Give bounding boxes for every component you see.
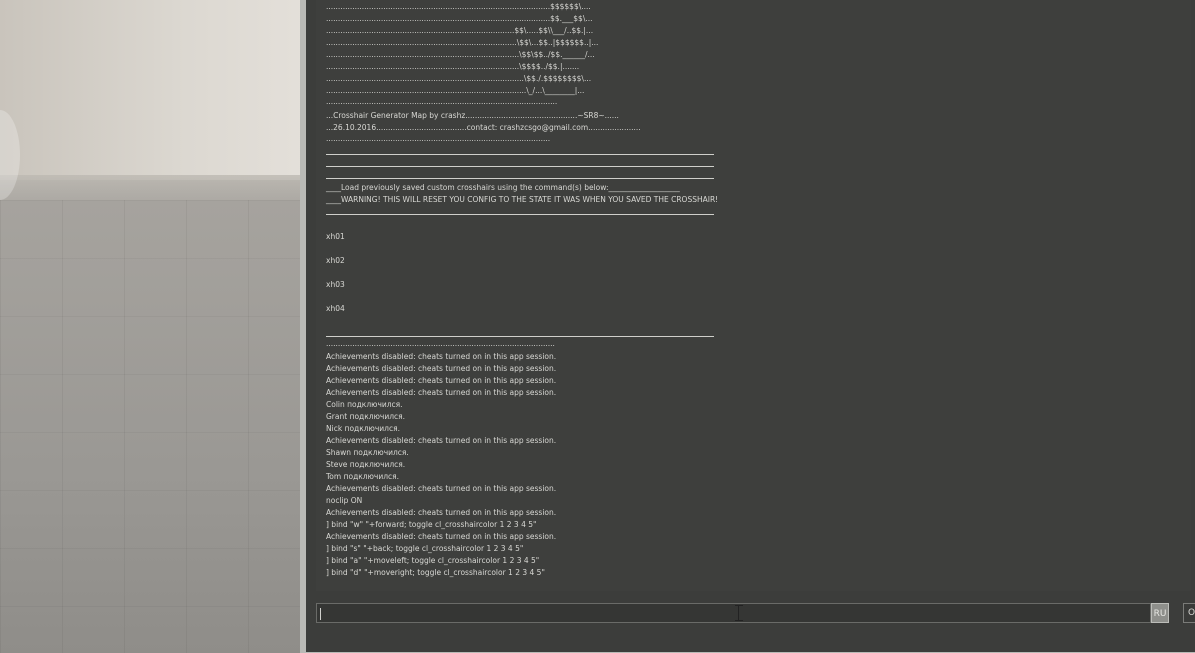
log-line: Achievements disabled: cheats turned on … <box>326 352 557 361</box>
log-line: ] bind "w" "+forward; toggle cl_crosshai… <box>326 520 537 529</box>
load-instructions: ____Load previously saved custom crossha… <box>326 183 680 192</box>
game-world-background <box>0 0 310 653</box>
ascii-art-line: ........................................… <box>326 86 585 95</box>
console-input[interactable] <box>316 603 1151 623</box>
command-xh02: xh02 <box>326 256 345 265</box>
text-cursor-icon <box>735 605 743 621</box>
log-line: Achievements disabled: cheats turned on … <box>326 388 557 397</box>
developer-console: ........................................… <box>300 0 1195 653</box>
separator <box>326 336 714 337</box>
footer-dots: ........................................… <box>326 339 555 348</box>
log-line: ] bind "a" "+moveleft; toggle cl_crossha… <box>326 556 540 565</box>
map-title-line: ...Crosshair Generator Map by crashz....… <box>326 111 619 120</box>
log-line: noclip ON <box>326 496 363 505</box>
log-line: Shawn подключился. <box>326 448 409 457</box>
ascii-art-line: ........................................… <box>326 2 591 11</box>
text-caret <box>320 608 321 620</box>
separator <box>326 154 714 155</box>
ascii-art-line: ........................................… <box>326 38 599 47</box>
separator <box>326 166 714 167</box>
tiled-floor <box>0 200 310 653</box>
map-contact-line: ...26.10.2016...........................… <box>326 123 641 132</box>
log-line: Achievements disabled: cheats turned on … <box>326 508 557 517</box>
game-screen: ........................................… <box>0 0 1195 653</box>
log-line: ] bind "d" "+moveright; toggle cl_crossh… <box>326 568 545 577</box>
log-line: Achievements disabled: cheats turned on … <box>326 532 557 541</box>
separator <box>326 214 714 215</box>
log-line: Achievements disabled: cheats turned on … <box>326 484 557 493</box>
ascii-art-line: ........................................… <box>326 26 594 35</box>
ascii-art-line: ........................................… <box>326 97 558 106</box>
ascii-art-line: ........................................… <box>326 74 592 83</box>
separator <box>326 178 714 179</box>
ascii-art-line: ........................................… <box>326 50 595 59</box>
log-line: Achievements disabled: cheats turned on … <box>326 436 557 445</box>
log-line: Colin подключился. <box>326 400 403 409</box>
header-dots: ........................................… <box>326 134 551 143</box>
command-xh03: xh03 <box>326 280 345 289</box>
log-line: Steve подключился. <box>326 460 406 469</box>
ascii-art-line: ........................................… <box>326 62 580 71</box>
console-output[interactable]: ........................................… <box>316 0 1191 591</box>
command-xh01: xh01 <box>326 232 345 241</box>
submit-button[interactable]: Ot <box>1183 603 1195 623</box>
log-line: Tom подключился. <box>326 472 400 481</box>
warning-line: ____WARNING! THIS WILL RESET YOU CONFIG … <box>326 195 719 204</box>
log-line: Achievements disabled: cheats turned on … <box>326 364 557 373</box>
log-line: Achievements disabled: cheats turned on … <box>326 376 557 385</box>
log-line: Nick подключился. <box>326 424 400 433</box>
command-xh04: xh04 <box>326 304 345 313</box>
log-line: Grant подключился. <box>326 412 406 421</box>
keyboard-language-badge: RU <box>1151 603 1169 623</box>
wall <box>0 0 310 180</box>
ascii-art-line: ........................................… <box>326 14 593 23</box>
log-line: ] bind "s" "+back; toggle cl_crosshairco… <box>326 544 524 553</box>
